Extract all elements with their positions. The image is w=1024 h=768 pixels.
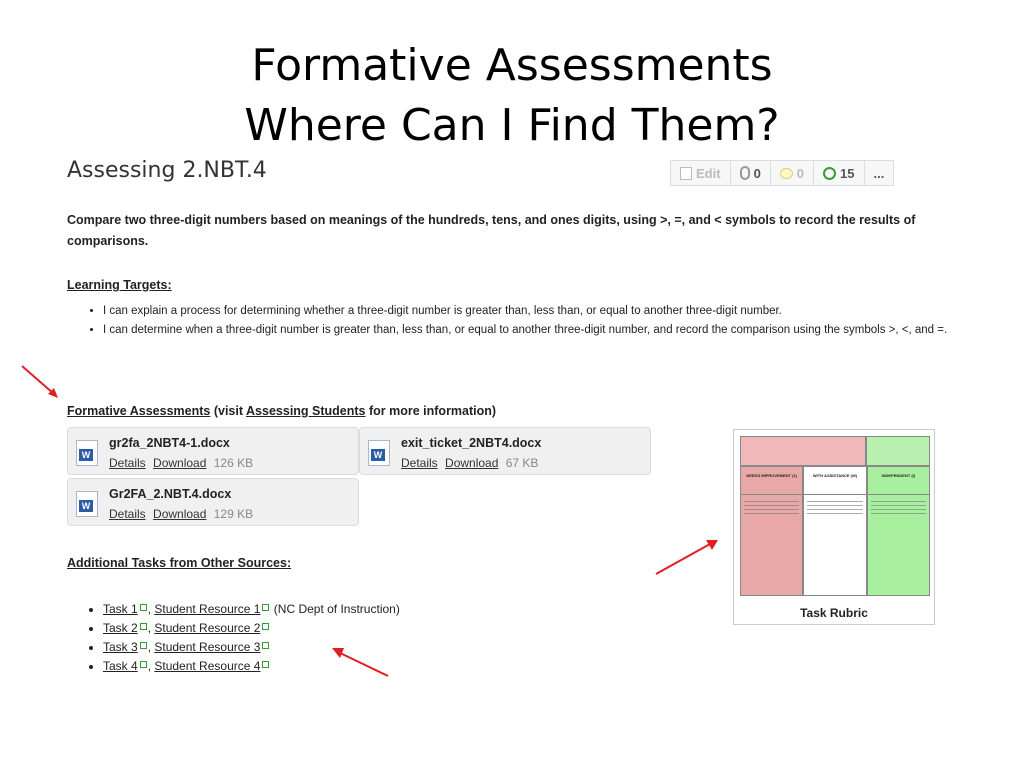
file-name: exit_ticket_2NBT4.docx bbox=[401, 436, 542, 450]
file-name: gr2fa_2NBT4-1.docx bbox=[109, 436, 230, 450]
student-resource-link[interactable]: Student Resource 2 bbox=[154, 621, 260, 635]
slide-title-line2: Where Can I Find Them? bbox=[244, 100, 780, 151]
formative-assessments-heading: Formative Assessments (visit Assessing S… bbox=[67, 404, 496, 418]
rubric-columns: NEEDS IMPROVEMENT (1) WITH ASSISTANCE (W… bbox=[740, 466, 930, 596]
red-arrow-annotation bbox=[332, 648, 389, 677]
rubric-column: WITH ASSISTANCE (W) bbox=[803, 466, 867, 596]
task-link[interactable]: Task 1 bbox=[103, 602, 138, 616]
task-link[interactable]: Task 4 bbox=[103, 659, 138, 673]
rubric-column-header: INDEPENDENT (I) bbox=[867, 467, 929, 495]
rubric-label: Task Rubric bbox=[800, 606, 868, 620]
external-link-icon bbox=[262, 661, 270, 669]
task-list-item: Task 1, Student Resource 1 (NC Dept of I… bbox=[103, 600, 400, 619]
file-card[interactable]: exit_ticket_2NBT4.docx Details Download … bbox=[359, 427, 651, 475]
comments-button[interactable]: 0 bbox=[771, 161, 815, 185]
standard-description: Compare two three-digit numbers based on… bbox=[67, 213, 916, 248]
edit-button[interactable]: Edit bbox=[671, 161, 731, 185]
external-link-icon bbox=[139, 604, 147, 612]
paperclip-icon bbox=[739, 166, 750, 180]
file-name: Gr2FA_2.NBT.4.docx bbox=[109, 487, 232, 501]
page-icon bbox=[680, 166, 692, 180]
rubric-column: INDEPENDENT (I) bbox=[866, 466, 930, 596]
comments-count: 0 bbox=[796, 165, 805, 181]
comment-icon bbox=[779, 167, 793, 179]
history-count: 15 bbox=[840, 165, 855, 181]
external-link-icon bbox=[262, 642, 270, 650]
more-button[interactable]: ... bbox=[865, 161, 894, 185]
learning-targets-list: I can explain a process for determining … bbox=[103, 302, 953, 340]
red-arrow-annotation bbox=[21, 365, 58, 398]
page-heading: Assessing 2.NBT.4 bbox=[67, 158, 267, 183]
assessing-students-link[interactable]: Assessing Students bbox=[246, 404, 365, 418]
heading-text-end: for more information) bbox=[365, 404, 497, 418]
red-arrow-annotation bbox=[655, 540, 718, 575]
download-link[interactable]: Download bbox=[153, 507, 206, 521]
heading-text-mid: (visit bbox=[210, 404, 247, 418]
file-size: 67 KB bbox=[505, 456, 539, 470]
rubric-top-red-cell bbox=[740, 436, 866, 466]
learning-targets-heading: Learning Targets: bbox=[67, 278, 172, 292]
student-resource-link[interactable]: Student Resource 1 bbox=[154, 602, 260, 616]
task-list-item: Task 2, Student Resource 2 bbox=[103, 619, 400, 638]
word-doc-icon bbox=[76, 440, 98, 466]
attachments-button[interactable]: 0 bbox=[731, 161, 771, 185]
rubric-column-header: WITH ASSISTANCE (W) bbox=[804, 467, 866, 495]
word-doc-icon bbox=[76, 491, 98, 517]
external-link-icon bbox=[139, 642, 147, 650]
file-card[interactable]: Gr2FA_2.NBT.4.docx Details Download 129 … bbox=[67, 478, 359, 526]
rubric-column-header: NEEDS IMPROVEMENT (1) bbox=[741, 467, 803, 495]
student-resource-link[interactable]: Student Resource 3 bbox=[154, 640, 260, 654]
history-button[interactable]: 15 bbox=[814, 161, 865, 185]
edit-label: Edit bbox=[696, 165, 721, 181]
details-link[interactable]: Details bbox=[109, 456, 146, 470]
details-link[interactable]: Details bbox=[109, 507, 146, 521]
attachments-count: 0 bbox=[753, 165, 761, 181]
learning-target-item: I can determine when a three-digit numbe… bbox=[103, 321, 953, 340]
learning-target-item: I can explain a process for determining … bbox=[103, 302, 953, 321]
formative-assessments-link[interactable]: Formative Assessments bbox=[67, 404, 210, 418]
history-icon bbox=[823, 166, 837, 180]
file-size: 126 KB bbox=[213, 456, 254, 470]
slide-title: Formative Assessments Where Can I Find T… bbox=[0, 36, 1024, 156]
more-label: ... bbox=[873, 165, 885, 181]
student-resource-link[interactable]: Student Resource 4 bbox=[154, 659, 260, 673]
rubric-top-green-cell bbox=[866, 436, 930, 466]
external-link-icon bbox=[139, 661, 147, 669]
task-link[interactable]: Task 2 bbox=[103, 621, 138, 635]
details-link[interactable]: Details bbox=[401, 456, 438, 470]
slide-title-line1: Formative Assessments bbox=[251, 40, 773, 91]
rubric-top-row bbox=[740, 436, 930, 466]
page-toolbar: Edit 0 0 15 ... bbox=[670, 160, 895, 186]
file-card[interactable]: gr2fa_2NBT4-1.docx Details Download 126 … bbox=[67, 427, 359, 475]
external-link-icon bbox=[262, 604, 270, 612]
external-link-icon bbox=[139, 623, 147, 631]
task-link[interactable]: Task 3 bbox=[103, 640, 138, 654]
additional-tasks-heading: Additional Tasks from Other Sources: bbox=[67, 556, 292, 570]
task-source-note: (NC Dept of Instruction) bbox=[273, 602, 400, 616]
external-link-icon bbox=[262, 623, 270, 631]
rubric-column: NEEDS IMPROVEMENT (1) bbox=[740, 466, 804, 596]
download-link[interactable]: Download bbox=[153, 456, 206, 470]
download-link[interactable]: Download bbox=[445, 456, 498, 470]
word-doc-icon bbox=[368, 440, 390, 466]
file-size: 129 KB bbox=[213, 507, 254, 521]
task-rubric-thumbnail[interactable]: NEEDS IMPROVEMENT (1) WITH ASSISTANCE (W… bbox=[733, 429, 935, 625]
